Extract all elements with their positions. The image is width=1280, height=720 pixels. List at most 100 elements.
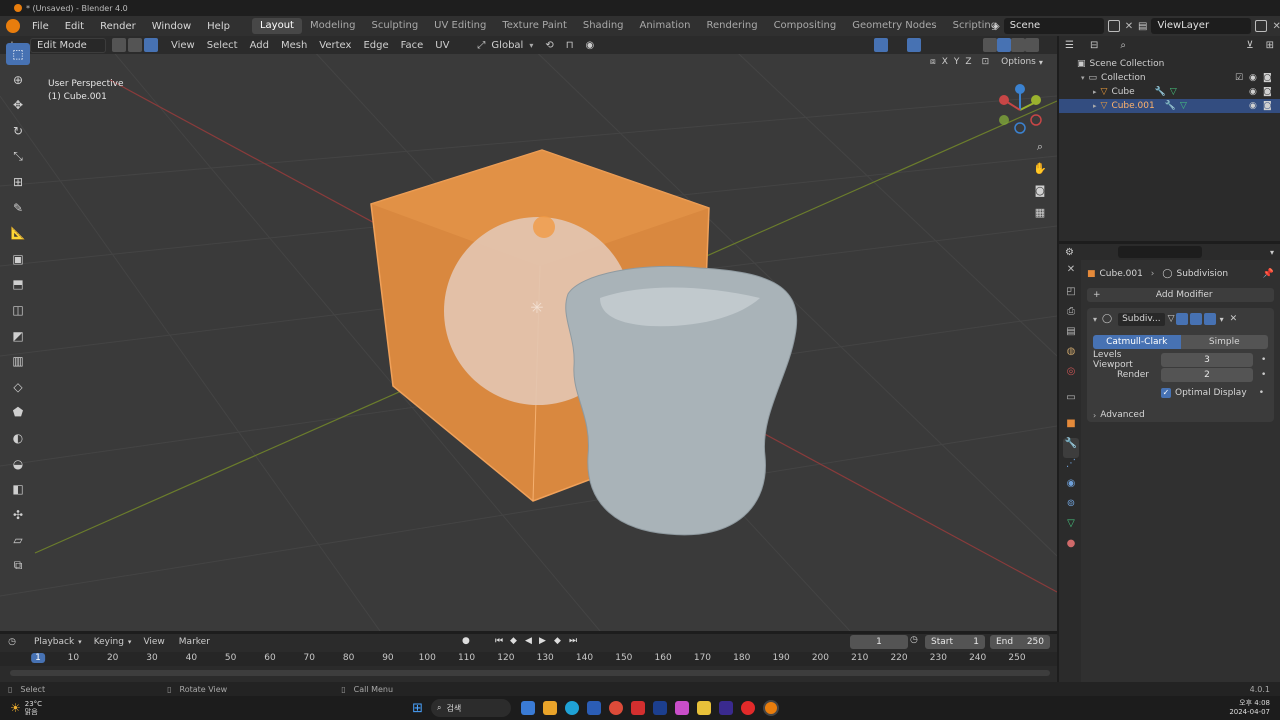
modifier-wrench-icon[interactable]: 🔧: [1165, 101, 1176, 111]
options-dropdown[interactable]: Options: [1001, 57, 1036, 67]
taskbar-search[interactable]: ⌕ 검색: [430, 699, 511, 717]
overlays-toggle-icon[interactable]: [907, 38, 921, 52]
modifier-name-field[interactable]: Subdiv...: [1118, 312, 1165, 326]
camera-render-icon[interactable]: ◙: [1263, 73, 1272, 83]
tab-sculpting[interactable]: Sculpting: [363, 18, 426, 34]
smooth-tool-icon[interactable]: ◒: [6, 453, 30, 475]
mode-selector[interactable]: Edit Mode: [30, 37, 106, 53]
menu-select[interactable]: Select: [201, 40, 244, 51]
shading-rendered-icon[interactable]: [1025, 38, 1039, 52]
camera-render-icon[interactable]: ◙: [1263, 101, 1272, 111]
modifier-wrench-icon[interactable]: 🔧: [1155, 87, 1166, 97]
opera-icon[interactable]: [740, 701, 755, 715]
app-icon[interactable]: [674, 701, 689, 715]
record-icon[interactable]: ●: [462, 636, 470, 646]
keyframe-dot-icon[interactable]: •: [1259, 388, 1264, 398]
pin-icon[interactable]: 📌: [1263, 269, 1274, 279]
timeline-scrollbar[interactable]: [10, 670, 1050, 676]
windows-start-icon[interactable]: ⊞: [412, 701, 423, 716]
tab-compositing[interactable]: Compositing: [766, 18, 845, 34]
tab-uv-editing[interactable]: UV Editing: [426, 18, 494, 34]
eye-icon[interactable]: ◉: [1249, 101, 1257, 111]
scale-tool-icon[interactable]: ⤡: [6, 145, 30, 167]
mirror-z-toggle[interactable]: Z: [965, 57, 971, 67]
mesh-data-icon[interactable]: ▽: [1180, 101, 1187, 111]
spin-tool-icon[interactable]: ◐: [6, 427, 30, 449]
scene-collection-row[interactable]: ▣ Scene Collection: [1077, 57, 1280, 71]
move-tool-icon[interactable]: ✥: [6, 94, 30, 116]
weather-widget[interactable]: 23°C 맑음: [25, 700, 42, 716]
mesh-data-icon[interactable]: ▽: [1170, 87, 1177, 97]
material-tab-icon[interactable]: ●: [1063, 538, 1079, 558]
next-keyframe-icon[interactable]: ◆: [554, 636, 561, 646]
world-tab-icon[interactable]: ◎: [1063, 366, 1079, 392]
keyframe-dot-icon[interactable]: •: [1261, 355, 1266, 365]
scene-selector[interactable]: ◈ Scene ✕: [992, 18, 1133, 34]
snap-settings-icon[interactable]: ⊡: [982, 57, 990, 67]
collection-tab-icon[interactable]: ▭: [1063, 392, 1079, 418]
menu-file[interactable]: File: [24, 21, 57, 32]
play-reverse-icon[interactable]: ◀: [525, 636, 532, 646]
proportional-edit-icon[interactable]: ◉: [586, 40, 595, 51]
chevron-down-icon[interactable]: ▾: [1220, 315, 1224, 324]
vertex-select-icon[interactable]: [112, 38, 126, 52]
camera-render-icon[interactable]: ◙: [1263, 87, 1272, 97]
weather-sun-icon[interactable]: ☀: [10, 701, 21, 715]
tab-animation[interactable]: Animation: [632, 18, 699, 34]
photoshop-icon[interactable]: [652, 701, 667, 715]
end-frame-field[interactable]: End 250: [990, 635, 1050, 649]
outliner-item-cube[interactable]: ▸ ▽ Cube 🔧 ▽ ◉ ◙: [1077, 85, 1280, 99]
output-tab-icon[interactable]: ⎙: [1063, 306, 1079, 326]
menu-keying[interactable]: Keying: [90, 637, 128, 647]
blender-taskbar-icon[interactable]: [762, 700, 779, 716]
shading-solid-icon[interactable]: [997, 38, 1011, 52]
app-icon[interactable]: [520, 701, 535, 715]
grid-perspective-icon[interactable]: ▦: [1031, 206, 1049, 228]
current-frame-marker[interactable]: 1: [31, 653, 45, 663]
orientation-selector[interactable]: Global: [485, 40, 529, 51]
edge-browser-icon[interactable]: [564, 701, 579, 715]
modifier-tab-icon[interactable]: 🔧: [1063, 438, 1079, 458]
pan-hand-icon[interactable]: ✋: [1031, 162, 1049, 184]
premiere-icon[interactable]: [718, 701, 733, 715]
outliner-editor-icon[interactable]: ☰: [1065, 40, 1074, 51]
select-box-tool-icon[interactable]: ⬚: [6, 43, 30, 65]
jump-start-icon[interactable]: ⏮: [495, 636, 503, 646]
menu-render[interactable]: Render: [92, 21, 144, 32]
menu-mesh[interactable]: Mesh: [275, 40, 313, 51]
menu-window[interactable]: Window: [144, 21, 199, 32]
tab-geometry-nodes[interactable]: Geometry Nodes: [844, 18, 944, 34]
render-toggle-icon[interactable]: [1203, 313, 1216, 325]
bevel-tool-icon[interactable]: ◩: [6, 325, 30, 347]
extrude-tool-icon[interactable]: ⬒: [6, 273, 30, 295]
zoom-icon[interactable]: ⌕: [1031, 140, 1049, 162]
tab-shading[interactable]: Shading: [575, 18, 632, 34]
prev-keyframe-icon[interactable]: ◆: [510, 636, 517, 646]
acrobat-icon[interactable]: [630, 701, 645, 715]
checkbox-icon[interactable]: ☑: [1235, 73, 1243, 83]
eye-icon[interactable]: ◉: [1249, 87, 1257, 97]
chevron-right-icon[interactable]: ▸: [1093, 88, 1097, 96]
scene-tab-icon[interactable]: ◍: [1063, 346, 1079, 366]
display-mode-icon[interactable]: ⊟: [1090, 40, 1098, 51]
data-tab-icon[interactable]: ▽: [1063, 518, 1079, 538]
loop-cut-tool-icon[interactable]: ▥: [6, 350, 30, 372]
new-scene-icon[interactable]: [1107, 20, 1120, 32]
tab-catmull-clark[interactable]: Catmull-Clark: [1093, 335, 1181, 349]
levels-viewport-field[interactable]: 3: [1161, 353, 1253, 367]
filter-icon[interactable]: ⊻: [1246, 40, 1253, 51]
viewport-toggle-icon[interactable]: [1189, 313, 1202, 325]
snap-icon[interactable]: ⊓: [566, 40, 574, 51]
camera-icon[interactable]: ◙: [1031, 184, 1049, 206]
mirror-icon[interactable]: ⧈: [930, 57, 936, 67]
system-clock[interactable]: 오후 4:08 2024-04-07: [1229, 699, 1270, 717]
current-frame-field[interactable]: 1: [850, 635, 908, 649]
mirror-y-toggle[interactable]: Y: [954, 57, 960, 67]
chevron-down-icon[interactable]: ▾: [1081, 74, 1085, 82]
menu-uv[interactable]: UV: [429, 40, 455, 51]
start-frame-field[interactable]: Start 1: [925, 635, 985, 649]
delete-viewlayer-icon[interactable]: ✕: [1272, 21, 1280, 32]
add-cube-tool-icon[interactable]: ▣: [6, 248, 30, 270]
tab-texture-paint[interactable]: Texture Paint: [494, 18, 575, 34]
viewlayer-selector[interactable]: ▤ ViewLayer ✕: [1138, 18, 1280, 34]
